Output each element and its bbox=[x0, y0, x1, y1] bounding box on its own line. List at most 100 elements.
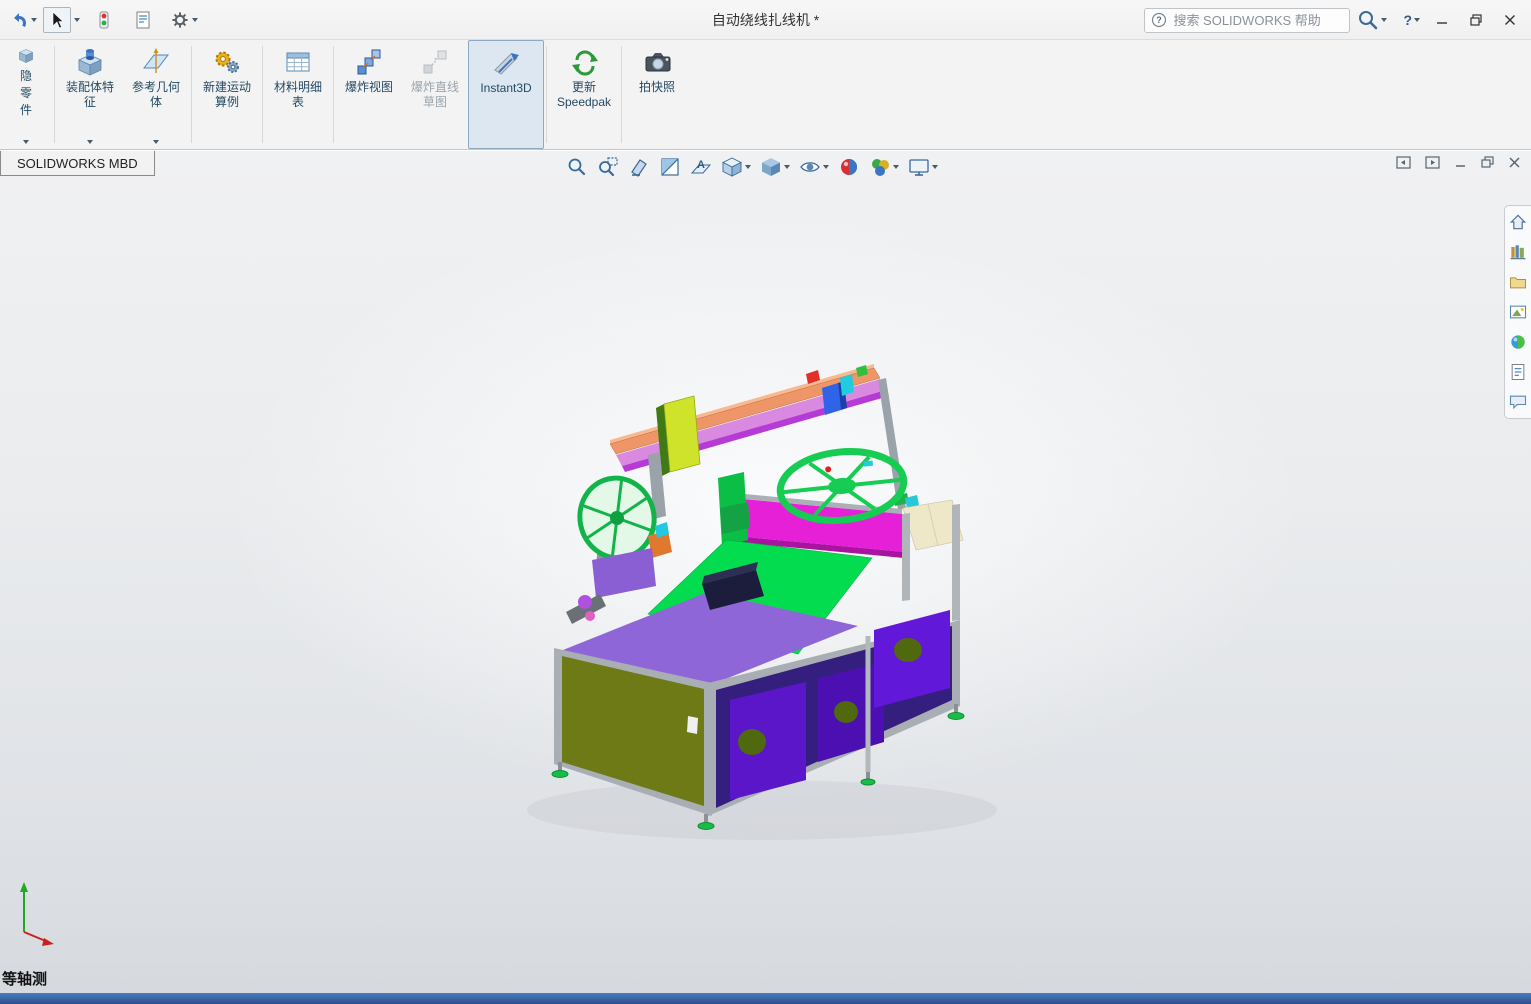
minimize-icon bbox=[1437, 22, 1447, 24]
explode-line-sketch-button[interactable]: 爆炸直线草图 bbox=[402, 40, 468, 149]
new-motion-study-label: 新建运动算例 bbox=[202, 80, 251, 109]
options-dropdown-caret[interactable] bbox=[192, 17, 198, 22]
help-search-box[interactable]: ? bbox=[1144, 7, 1351, 33]
custom-properties-icon[interactable] bbox=[1508, 362, 1528, 382]
reference-triad bbox=[20, 882, 54, 946]
explode-line-sketch-icon bbox=[423, 50, 447, 74]
quick-access-toolbar bbox=[0, 6, 201, 33]
select-arrow-icon bbox=[52, 10, 64, 28]
solidworks-window: 自动绕线扎线机 * ? ? bbox=[0, 0, 1531, 1004]
hide-show-items-caret[interactable] bbox=[822, 165, 829, 169]
view-settings-icon bbox=[908, 159, 929, 176]
hide-show-items-button[interactable] bbox=[797, 154, 831, 180]
undo-button[interactable] bbox=[6, 8, 40, 32]
title-bar: 自动绕线扎线机 * ? ? bbox=[0, 0, 1531, 40]
status-bar bbox=[0, 993, 1531, 1004]
new-motion-study-icon bbox=[215, 51, 239, 73]
previous-view-icon bbox=[630, 159, 647, 177]
take-snapshot-button[interactable]: 拍快照 bbox=[624, 40, 690, 149]
close-button[interactable] bbox=[1495, 7, 1525, 33]
view-orientation-caret[interactable] bbox=[744, 165, 751, 169]
pane-right-icon[interactable] bbox=[1425, 156, 1440, 169]
hide-components-button[interactable]: 隐零件 bbox=[0, 40, 52, 149]
update-speedpak-button[interactable]: 更新 Speedpak bbox=[549, 40, 619, 149]
view-orientation-button[interactable] bbox=[719, 154, 753, 180]
forum-icon[interactable] bbox=[1508, 392, 1528, 412]
search-button[interactable] bbox=[1354, 7, 1390, 33]
file-explorer-icon[interactable] bbox=[1508, 272, 1528, 292]
search-magnifier-icon bbox=[1359, 11, 1378, 30]
display-style-caret[interactable] bbox=[783, 165, 790, 169]
bill-of-materials-icon bbox=[286, 52, 310, 72]
options-gear-icon bbox=[172, 11, 188, 28]
hide-components-icon bbox=[18, 49, 34, 63]
file-properties-button[interactable] bbox=[130, 8, 156, 32]
home-icon[interactable] bbox=[1508, 212, 1528, 232]
ribbon-separator bbox=[333, 46, 334, 143]
display-style-button[interactable] bbox=[758, 154, 792, 180]
rebuild-icon bbox=[99, 11, 109, 28]
section-view-icon bbox=[660, 158, 679, 176]
view-settings-button[interactable] bbox=[906, 154, 940, 180]
view-orientation-label: 等轴测 bbox=[2, 971, 48, 988]
edit-appearance-icon bbox=[840, 159, 857, 175]
bill-of-materials-button[interactable]: 材料明细表 bbox=[265, 40, 331, 149]
reference-geometry-button[interactable]: 参考几何体 bbox=[123, 40, 189, 149]
zoom-area-button[interactable] bbox=[595, 154, 621, 180]
apply-scene-caret[interactable] bbox=[892, 165, 899, 169]
search-input[interactable] bbox=[1173, 12, 1324, 28]
display-style-icon bbox=[761, 158, 780, 176]
explode-line-sketch-label: 爆炸直线草图 bbox=[410, 80, 459, 109]
help-button[interactable]: ? bbox=[1400, 10, 1423, 30]
take-snapshot-icon bbox=[645, 53, 671, 72]
heads-up-view-toolbar: A bbox=[564, 154, 940, 180]
undo-dropdown-caret[interactable] bbox=[31, 17, 37, 22]
zoom-fit-button[interactable] bbox=[564, 154, 590, 180]
doc-restore-icon[interactable] bbox=[1481, 156, 1494, 169]
doc-minimize-icon[interactable] bbox=[1454, 156, 1467, 169]
doc-close-icon[interactable] bbox=[1508, 156, 1521, 169]
graphics-viewport[interactable]: SOLIDWORKS MBD A 等轴测 bbox=[0, 151, 1531, 993]
annotation-views-button[interactable]: A bbox=[688, 154, 714, 180]
assembly-features-icon bbox=[78, 49, 102, 76]
svg-text:A: A bbox=[697, 159, 705, 171]
apply-scene-button[interactable] bbox=[867, 154, 901, 180]
apply-scene-icon bbox=[871, 159, 889, 176]
view-palette-icon[interactable] bbox=[1508, 302, 1528, 322]
view-settings-caret[interactable] bbox=[931, 165, 938, 169]
hide-components-caret[interactable] bbox=[23, 140, 29, 144]
appearances-icon[interactable] bbox=[1508, 332, 1528, 352]
rebuild-button[interactable] bbox=[91, 8, 117, 32]
instant3d-button[interactable]: Instant3D bbox=[468, 40, 544, 149]
assembly-features-caret[interactable] bbox=[87, 140, 93, 144]
assembly-model[interactable] bbox=[0, 151, 1531, 993]
view-orientation-icon bbox=[721, 157, 742, 177]
search-dropdown-caret[interactable] bbox=[1381, 18, 1388, 22]
take-snapshot-label: 拍快照 bbox=[638, 80, 675, 94]
options-button[interactable] bbox=[167, 8, 201, 32]
instant3d-label: Instant3D bbox=[480, 81, 532, 95]
previous-view-button[interactable] bbox=[626, 154, 652, 180]
minimize-button[interactable] bbox=[1427, 7, 1457, 33]
svg-text:?: ? bbox=[1157, 15, 1163, 25]
assembly-features-label: 装配体特征 bbox=[65, 80, 114, 109]
close-icon bbox=[1505, 15, 1515, 25]
assembly-features-button[interactable]: 装配体特征 bbox=[57, 40, 123, 149]
maximize-icon bbox=[1470, 14, 1482, 26]
new-motion-study-button[interactable]: 新建运动算例 bbox=[194, 40, 260, 149]
instant3d-icon bbox=[494, 53, 519, 75]
zoom-area-icon bbox=[598, 157, 618, 177]
exploded-view-label: 爆炸视图 bbox=[344, 80, 393, 94]
help-dropdown-caret[interactable] bbox=[1414, 18, 1420, 22]
pane-left-icon[interactable] bbox=[1396, 156, 1411, 169]
maximize-button[interactable] bbox=[1461, 7, 1491, 33]
reference-geometry-caret[interactable] bbox=[153, 140, 159, 144]
select-dropdown-caret[interactable] bbox=[74, 17, 80, 22]
section-view-button[interactable] bbox=[657, 154, 683, 180]
design-library-icon[interactable] bbox=[1508, 242, 1528, 262]
tab-solidworks-mbd[interactable]: SOLIDWORKS MBD bbox=[0, 151, 155, 176]
document-window-controls bbox=[1396, 156, 1521, 169]
select-tool-button[interactable] bbox=[43, 6, 71, 33]
exploded-view-button[interactable]: 爆炸视图 bbox=[336, 40, 402, 149]
edit-appearance-button[interactable] bbox=[836, 154, 862, 180]
